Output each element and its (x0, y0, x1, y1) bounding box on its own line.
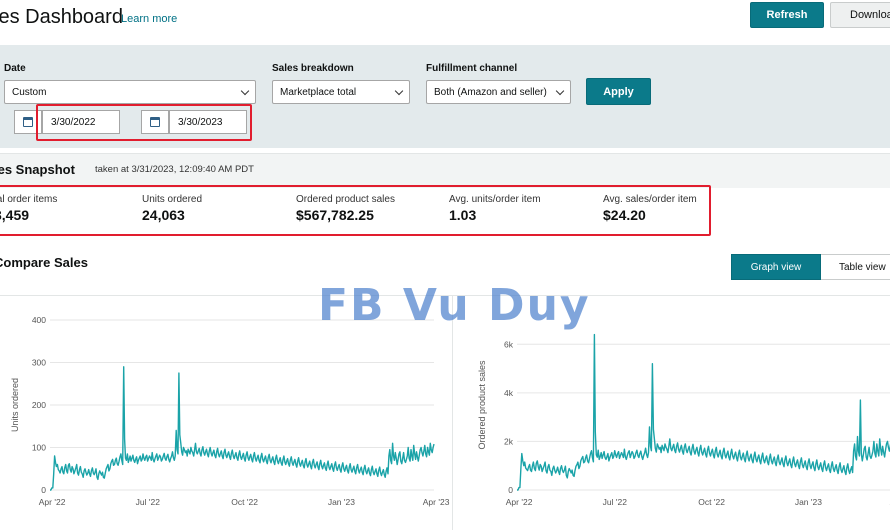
chevron-down-icon (555, 86, 565, 96)
fulfillment-channel-label: Fulfillment channel (426, 63, 518, 74)
y-tick-label: 4k (504, 388, 514, 398)
metrics-highlight-box (0, 185, 711, 236)
y-tick-label: 400 (32, 315, 46, 325)
table-view-button[interactable]: Table view (821, 254, 890, 280)
sales-breakdown-value: Marketplace total (280, 86, 357, 98)
ordered-product-sales-chart: 02k4k6kApr '22Jul '22Oct '22Jan '23Apr '… (477, 333, 890, 507)
compare-sales-title: Compare Sales (0, 255, 88, 270)
date-range-value: Custom (12, 86, 47, 98)
y-tick-label: 6k (504, 339, 514, 349)
sales-breakdown-select[interactable]: Marketplace total (272, 80, 410, 104)
refresh-button[interactable]: Refresh (750, 2, 824, 28)
chevron-down-icon (240, 86, 250, 96)
x-tick-label: Apr '22 (39, 497, 66, 507)
y-tick-label: 2k (504, 436, 514, 446)
fulfillment-channel-select[interactable]: Both (Amazon and seller) (426, 80, 571, 104)
x-tick-label: Apr '22 (506, 497, 533, 507)
x-tick-label: Apr '23 (423, 497, 450, 507)
watermark-text: FB Vu Duy (318, 280, 591, 331)
apply-button[interactable]: Apply (586, 78, 651, 105)
y-tick-label: 0 (508, 485, 513, 495)
snapshot-timestamp: taken at 3/31/2023, 12:09:40 AM PDT (95, 164, 254, 175)
sales-breakdown-label: Sales breakdown (272, 63, 354, 74)
x-tick-label: Jan '23 (795, 497, 822, 507)
x-tick-label: Oct '22 (231, 497, 258, 507)
graph-view-button[interactable]: Graph view (731, 254, 821, 280)
x-tick-label: Jan '23 (328, 497, 355, 507)
chevron-down-icon (394, 86, 404, 96)
date-highlight-box (36, 104, 252, 141)
view-toggle: Graph view Table view (731, 254, 890, 280)
y-tick-label: 200 (32, 400, 46, 410)
y-axis-label: Ordered product sales (477, 360, 487, 450)
y-tick-label: 0 (41, 485, 46, 495)
x-tick-label: Jul '22 (603, 497, 628, 507)
download-button[interactable]: Download (830, 2, 890, 28)
date-range-select[interactable]: Custom (4, 80, 256, 104)
learn-more-link[interactable]: Learn more (121, 13, 177, 25)
page-title: les Dashboard (0, 6, 123, 28)
y-tick-label: 300 (32, 358, 46, 368)
y-tick-label: 100 (32, 443, 46, 453)
date-label: Date (4, 63, 26, 74)
calendar-icon (23, 117, 33, 127)
series-line (517, 333, 890, 491)
y-axis-label: Units ordered (10, 378, 20, 432)
x-tick-label: Jul '22 (136, 497, 161, 507)
series-line (50, 366, 435, 491)
snapshot-title: les Snapshot (0, 162, 75, 177)
units-ordered-chart: 0 100 200 300 400 Apr '22 Jul '22 Oct '22 Jan '2… (10, 315, 450, 507)
x-tick-label: Oct '22 (698, 497, 725, 507)
fulfillment-channel-value: Both (Amazon and seller) (434, 86, 547, 98)
